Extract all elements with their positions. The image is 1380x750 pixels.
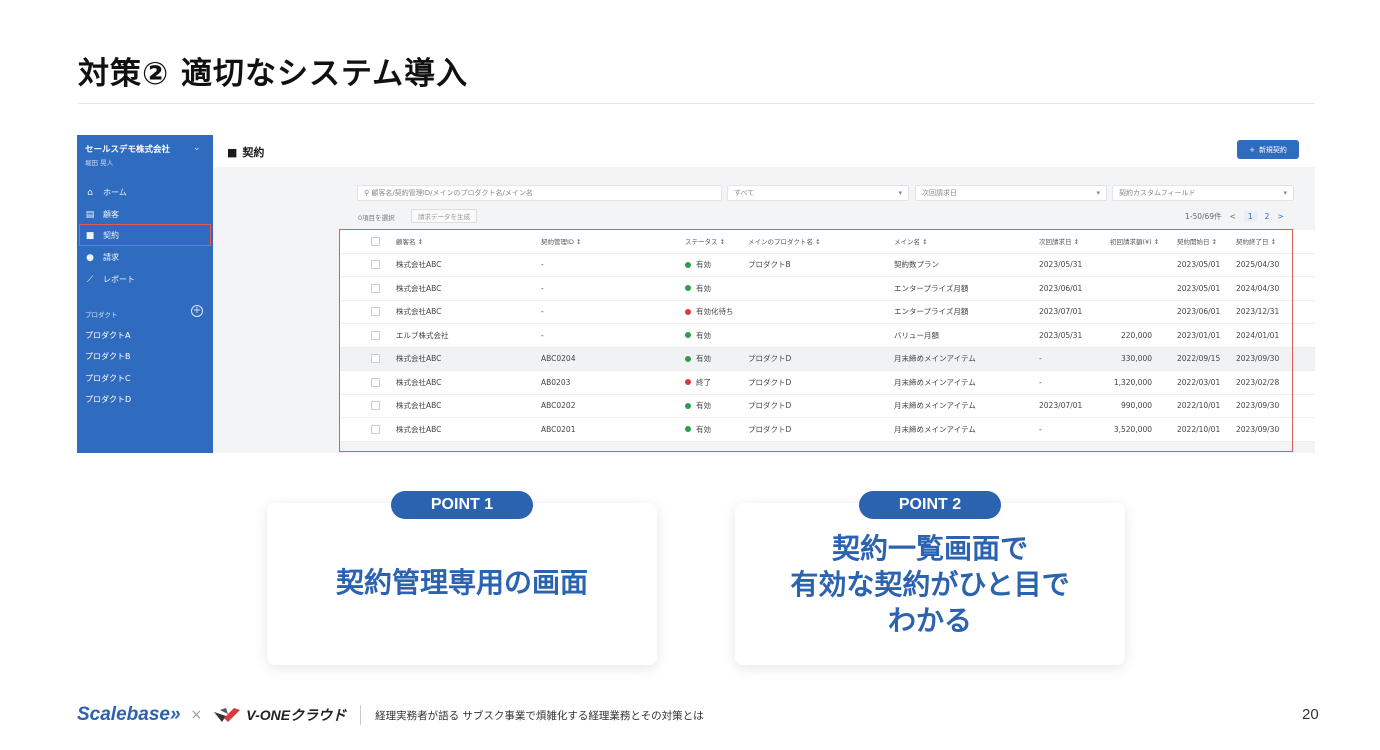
sidebar-item-home[interactable]: ⌂ ホーム	[85, 187, 127, 198]
point-2-badge: POINT 2	[859, 491, 1001, 519]
times-sign: ×	[190, 707, 203, 723]
footer-divider	[360, 705, 362, 725]
chevron-down-icon: ▾	[1283, 189, 1287, 197]
sidebar-item-label: ホーム	[103, 188, 127, 197]
point-2-text-line-2: 有効な契約がひと目で	[790, 568, 1070, 601]
point-1-badge: POINT 1	[391, 491, 533, 519]
pagination-range: 1-50/69件	[1185, 212, 1222, 221]
search-input[interactable]: ⚲ 顧客名/契約管理ID/メインのプロダクト名/メイン名	[357, 185, 722, 201]
home-icon: ⌂	[87, 187, 93, 198]
generate-billing-button[interactable]: 請求データを生成	[411, 209, 477, 223]
sidebar-product-c[interactable]: プロダクトC	[85, 373, 131, 384]
chart-line-icon: ⟋	[86, 274, 94, 285]
v-one-logo-icon	[212, 706, 242, 724]
sidebar-item-reports[interactable]: ⟋ レポート	[85, 274, 135, 285]
new-contract-button[interactable]: + 新規契約	[1237, 140, 1299, 159]
building-icon: ▤	[85, 209, 95, 220]
company-name: セールスデモ株式会社	[85, 145, 171, 155]
sidebar-item-customers[interactable]: ▤ 顧客	[85, 209, 119, 220]
custom-field-placeholder: 契約カスタムフィールド	[1119, 189, 1196, 197]
user-name: 堀田 晃人	[85, 159, 114, 167]
next-billing-placeholder: 次回請求日	[922, 189, 957, 197]
chevron-down-icon[interactable]: ⌄	[193, 143, 201, 153]
prev-page-button[interactable]: <	[1230, 212, 1236, 221]
page-2-button[interactable]: 2	[1265, 212, 1270, 221]
sidebar-item-billing[interactable]: ● 請求	[85, 252, 119, 263]
bookmark-icon: ■	[227, 145, 238, 159]
next-billing-date-filter[interactable]: 次回請求日 ▾	[915, 185, 1107, 201]
footer-caption: 経理実務者が語る サブスク事業で煩雑化する経理業務とその対策とは	[375, 709, 704, 722]
app-screenshot: セールスデモ株式会社 堀田 晃人 ⌄ ⌂ ホーム ▤ 顧客 ■ 契約 ● 請求 …	[77, 135, 1315, 453]
chevron-down-icon: ▾	[898, 189, 902, 197]
page-1-button[interactable]: 1	[1243, 211, 1257, 222]
footer: Scalebase» × V-ONEクラウド 経理実務者が語る サブスク事業で煩…	[77, 702, 704, 728]
title-divider	[78, 103, 1315, 104]
products-heading: プロダクト	[85, 311, 118, 319]
pagination: 1-50/69件 < 1 2 >	[1185, 211, 1284, 222]
table-highlight-box	[339, 229, 1293, 452]
chevron-down-icon: ▾	[1096, 189, 1100, 197]
point-2-text-line-3: わかる	[887, 604, 972, 637]
custom-field-select[interactable]: 契約カスタムフィールド ▾	[1112, 185, 1294, 201]
page-title: ■ 契約	[227, 144, 264, 160]
sidebar-product-a[interactable]: プロダクトA	[85, 330, 130, 341]
point-2-text-line-1: 契約一覧画面で	[831, 532, 1028, 565]
point-1-card: 契約管理専用の画面	[267, 503, 657, 665]
yen-coin-icon: ●	[86, 252, 94, 263]
point-2-card: 契約一覧画面で 有効な契約がひと目で わかる	[735, 503, 1125, 665]
new-contract-label: 新規契約	[1258, 145, 1287, 154]
status-select[interactable]: すべて ▾	[727, 185, 909, 201]
page-title-text: 契約	[242, 146, 265, 159]
selected-count: 0項目を選択	[358, 214, 395, 222]
sidebar-item-label: 顧客	[103, 210, 119, 219]
slide-title: 対策② 適切なシステム導入	[78, 56, 469, 92]
page-number: 20	[1302, 706, 1319, 723]
point-1-text: 契約管理専用の画面	[335, 566, 588, 599]
sidebar: セールスデモ株式会社 堀田 晃人 ⌄ ⌂ ホーム ▤ 顧客 ■ 契約 ● 請求 …	[77, 135, 213, 453]
sidebar-item-label: 請求	[103, 253, 119, 262]
sidebar-product-d[interactable]: プロダクトD	[85, 394, 131, 405]
v-one-cloud-logo: V-ONEクラウド	[246, 707, 347, 723]
add-product-icon[interactable]: +	[191, 305, 203, 317]
plus-icon: +	[1249, 145, 1255, 154]
main-header	[213, 135, 1315, 167]
sidebar-product-b[interactable]: プロダクトB	[85, 351, 131, 362]
sidebar-highlight-box	[79, 224, 211, 246]
scalebase-logo: Scalebase»	[77, 704, 181, 725]
sidebar-item-label: レポート	[103, 275, 135, 284]
next-page-button[interactable]: >	[1277, 212, 1283, 221]
search-placeholder: 顧客名/契約管理ID/メインのプロダクト名/メイン名	[371, 189, 533, 197]
status-select-value: すべて	[734, 189, 755, 197]
